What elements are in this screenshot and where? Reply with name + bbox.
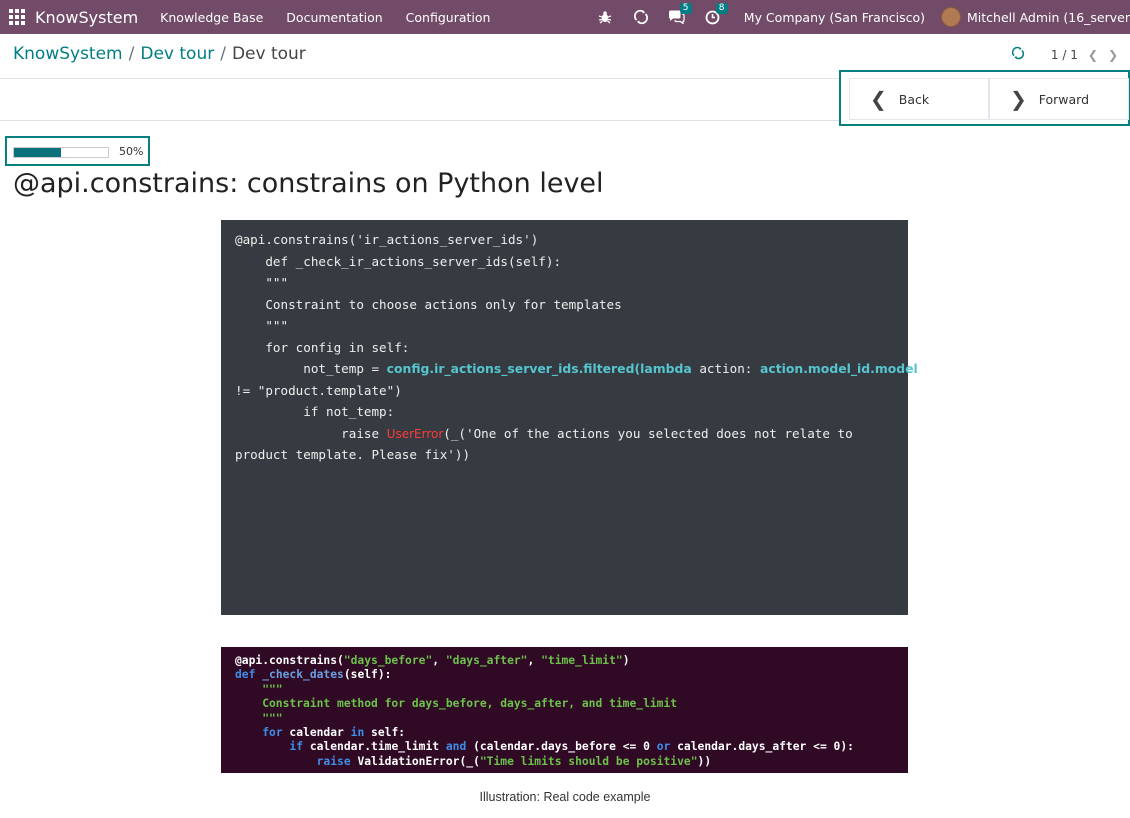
code-line: def _check_ir_actions_server_ids(self):	[235, 253, 562, 269]
breadcrumb-parent[interactable]: Dev tour	[140, 44, 214, 64]
breadcrumb-current: Dev tour	[231, 44, 306, 64]
code-line: """	[235, 682, 283, 696]
back-button[interactable]: ❮ Back	[849, 78, 989, 120]
chevron-left-icon: ❮	[870, 87, 887, 111]
refresh-icon[interactable]	[630, 6, 652, 28]
code-screenshot: @api.constrains("days_before", "days_aft…	[221, 647, 908, 773]
chat-icon[interactable]: 5	[666, 3, 692, 28]
user-menu[interactable]: Mitchell Admin (16_server	[967, 10, 1130, 25]
code-line: def _check_dates(self):	[235, 668, 392, 682]
code-line: Constraint method for days_before, days_…	[235, 697, 678, 711]
code-line: if calendar.time_limit and (calendar.day…	[289, 740, 854, 754]
code-line: if not_temp:	[235, 404, 395, 419]
code-line: """	[235, 711, 283, 725]
code-line: for calendar in self:	[262, 725, 406, 739]
chevron-right-icon: ❯	[1010, 87, 1027, 111]
reload-icon[interactable]	[1011, 46, 1025, 64]
tour-progress: 50%	[5, 136, 150, 166]
apps-menu-icon[interactable]	[9, 9, 25, 25]
breadcrumb-root[interactable]: KnowSystem	[13, 44, 123, 64]
code-line: not_temp = config.ir_actions_server_ids.…	[235, 361, 918, 376]
forward-button[interactable]: ❯ Forward	[989, 78, 1129, 120]
breadcrumb: KnowSystem / Dev tour / Dev tour	[13, 44, 306, 64]
pager: 1 / 1 ❮ ❯	[1011, 46, 1118, 64]
forward-label: Forward	[1038, 91, 1090, 107]
menu-configuration[interactable]: Configuration	[406, 10, 491, 25]
progress-bar-fill	[14, 148, 61, 157]
tour-navigation: ❮ Back ❯ Forward	[839, 70, 1130, 126]
activity-badge: 8	[715, 3, 728, 14]
debug-bug-icon[interactable]	[594, 6, 616, 28]
code-line: product template. Please fix'))	[235, 447, 471, 462]
code-line: @api.constrains('ir_actions_server_ids')	[235, 232, 539, 247]
pager-next-icon[interactable]: ❯	[1108, 48, 1118, 62]
progress-bar	[13, 147, 109, 158]
code-line: raise ValidationError(_("Time limits sho…	[316, 754, 712, 768]
code-line: Constraint to choose actions only for te…	[235, 296, 622, 312]
menu-knowledge-base[interactable]: Knowledge Base	[160, 10, 263, 25]
user-avatar[interactable]	[941, 7, 962, 27]
code-line: """	[235, 318, 289, 333]
figure-caption: Illustration: Real code example	[479, 790, 651, 804]
breadcrumb-separator: /	[220, 44, 226, 64]
company-switcher[interactable]: My Company (San Francisco)	[744, 10, 925, 25]
menu-documentation[interactable]: Documentation	[286, 10, 382, 25]
back-label: Back	[898, 91, 930, 107]
top-navbar: KnowSystem Knowledge Base Documentation …	[0, 0, 1130, 34]
activity-clock-icon[interactable]: 8	[702, 3, 728, 28]
article-title: @api.constrains: constrains on Python le…	[13, 168, 604, 199]
code-line: @api.constrains("days_before", "days_aft…	[235, 654, 630, 667]
chat-badge: 5	[679, 3, 692, 14]
code-line: """	[235, 275, 289, 290]
code-line: for config in self:	[235, 339, 410, 355]
code-line: raise UserError(_('One of the actions yo…	[235, 425, 853, 441]
pager-value[interactable]: 1 / 1	[1051, 48, 1078, 62]
breadcrumb-separator: /	[128, 44, 135, 64]
app-name[interactable]: KnowSystem	[35, 8, 138, 27]
pager-previous-icon[interactable]: ❮	[1088, 48, 1098, 62]
code-example: @api.constrains('ir_actions_server_ids')…	[221, 220, 918, 615]
code-line: != "product.template")	[235, 382, 402, 398]
progress-label: 50%	[119, 145, 144, 158]
